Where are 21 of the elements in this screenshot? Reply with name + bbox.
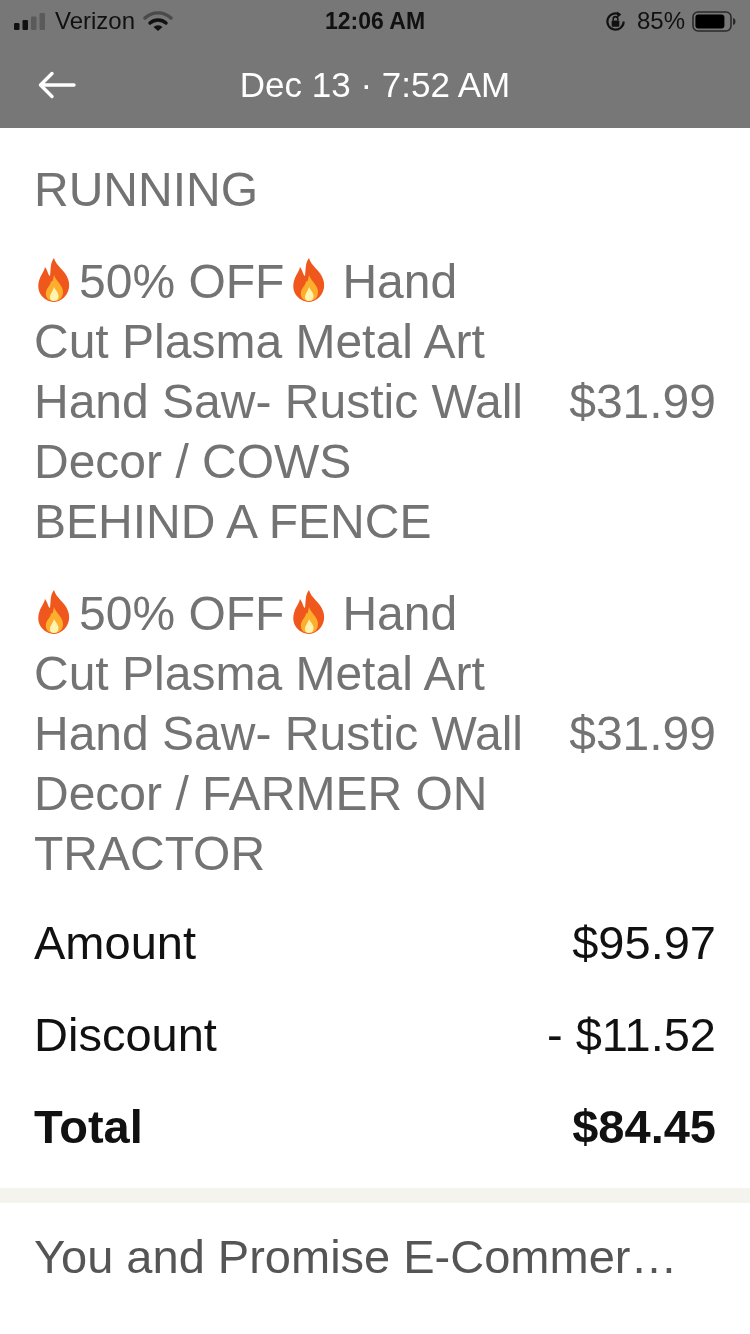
wifi-icon <box>143 10 174 32</box>
back-arrow-icon <box>38 71 76 99</box>
carrier-name: Verizon <box>55 7 136 35</box>
summary-amount: - $11.52 <box>547 1007 716 1063</box>
item-price: $31.99 <box>569 374 716 430</box>
status-time: 12:06 AM <box>324 7 426 35</box>
header-title: Dec 13 · 7:52 AM <box>239 64 511 106</box>
summary-label: Amount <box>34 915 196 971</box>
summary-amount: $95.97 <box>572 915 716 971</box>
item-price: $31.99 <box>569 706 716 762</box>
item-title: 50% OFF Hand Cut Plasma Metal Art Hand Saw- Rustic Wall Decor / FARMER ON TRACTOR <box>34 586 525 882</box>
battery-icon <box>692 10 736 32</box>
summary-label: Total <box>34 1099 143 1155</box>
battery-percentage: 85% <box>636 7 685 35</box>
summary-label: Discount <box>34 1007 217 1063</box>
item-title: 50% OFF Hand Cut Plasma Metal Art Hand Saw- Rustic Wall Decor / COWS BEHIND A FENCE <box>34 254 525 550</box>
summary-amount: $84.45 <box>572 1099 716 1155</box>
signal-icon <box>14 12 45 30</box>
conversation-title: You and Promise E-Commer… <box>34 1230 678 1283</box>
item-title: RUNNING <box>34 162 259 218</box>
rotation-lock-icon <box>603 9 627 33</box>
